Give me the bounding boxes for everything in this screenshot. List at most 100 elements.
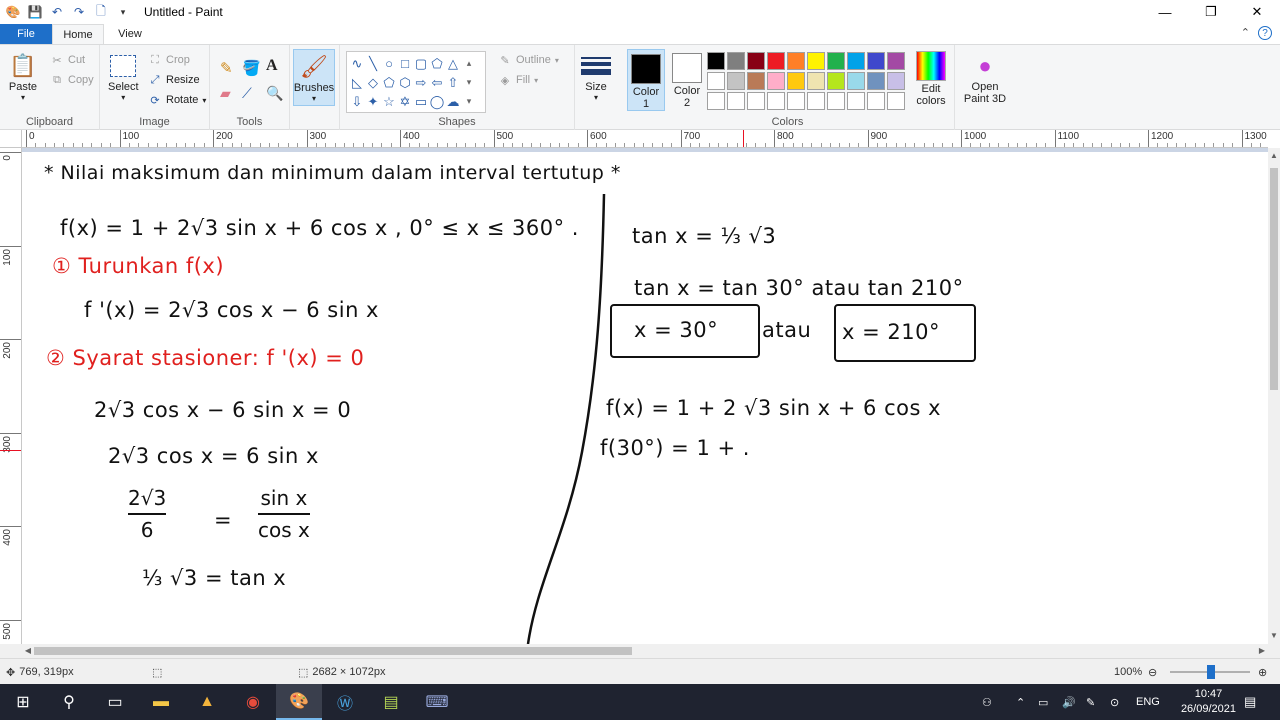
fill-bucket-icon[interactable]: 🪣 [242,59,261,77]
palette-color-swatch[interactable] [707,92,725,110]
scroll-up-arrow-icon[interactable]: ▲ [1268,150,1280,162]
scroll-down-icon[interactable]: ▾ [461,73,477,92]
scroll-left-arrow-icon[interactable]: ◀ [22,644,34,658]
palette-color-swatch[interactable] [707,52,725,70]
palette-color-swatch[interactable] [847,92,865,110]
palette-color-swatch[interactable] [847,72,865,90]
palette-color-swatch[interactable] [727,92,745,110]
palette-color-swatch[interactable] [747,52,765,70]
collapse-ribbon-icon[interactable]: ⌃ [1241,26,1250,39]
up-arrow-shape-icon[interactable]: ⇧ [445,73,461,92]
cloud-callout-shape-icon[interactable]: ☁ [445,92,461,111]
pen-icon[interactable]: ✎ [1086,684,1095,720]
oval-shape-icon[interactable]: ○ [381,54,397,73]
tray-chevron-icon[interactable]: ⌃ [1016,684,1025,720]
palette-color-swatch[interactable] [827,92,845,110]
palette-color-swatch[interactable] [887,72,905,90]
right-arrow-shape-icon[interactable]: ⇨ [413,73,429,92]
left-arrow-shape-icon[interactable]: ⇦ [429,73,445,92]
line-shape-icon[interactable]: ╲ [365,54,381,73]
edit-colors-button[interactable]: Edit colors [912,51,950,107]
undo-icon[interactable]: ↶ [48,3,66,21]
four-point-star-shape-icon[interactable]: ✦ [365,92,381,111]
six-point-star-shape-icon[interactable]: ✡ [397,92,413,111]
scroll-down-arrow-icon[interactable]: ▼ [1268,630,1280,642]
file-explorer-icon[interactable]: ▬ [138,684,184,720]
drawing-canvas[interactable]: * Nilai maksimum dan minimum dalam inter… [22,152,1268,644]
resize-button[interactable]: ⤢ Resize [148,73,200,87]
diamond-shape-icon[interactable]: ◇ [365,73,381,92]
tab-view[interactable]: View [104,24,156,44]
palette-color-swatch[interactable] [807,72,825,90]
windows-start-icon[interactable]: ⊞ [0,684,46,720]
color1-button[interactable]: Color 1 [627,49,665,111]
brushes-button[interactable]: 🖌 Brushes ▾ [293,49,335,106]
tab-file[interactable]: File [0,24,52,44]
palette-color-swatch[interactable] [707,72,725,90]
magnifier-icon[interactable]: 🔍 [266,85,283,102]
minimize-icon[interactable]: — [1142,0,1188,24]
down-arrow-shape-icon[interactable]: ⇩ [349,92,365,111]
open-paint3d-button[interactable]: ● Open Paint 3D [959,51,1011,105]
palette-color-swatch[interactable] [727,52,745,70]
terminal-icon[interactable]: ⌨ [414,684,460,720]
select-button[interactable]: Select ▾ [108,51,139,102]
palette-color-swatch[interactable] [787,52,805,70]
zoom-in-icon[interactable]: ⊕ [1258,659,1267,685]
outline-button[interactable]: ✎ Outline ▾ [498,53,558,67]
curve-shape-icon[interactable]: ∿ [349,54,365,73]
palette-color-swatch[interactable] [827,52,845,70]
palette-color-swatch[interactable] [807,52,825,70]
scroll-up-icon[interactable]: ▴ [461,54,477,73]
vertical-scrollbar[interactable]: ▲ ▼ [1268,148,1280,644]
app-icon[interactable]: ▲ [184,684,230,720]
color2-button[interactable]: Color 2 [668,49,706,111]
copy-button[interactable]: ⧉ Copy [50,73,94,87]
save-icon[interactable]: 💾 [26,3,44,21]
hexagon-shape-icon[interactable]: ⬡ [397,73,413,92]
customize-dropdown-icon[interactable]: ▾ [114,3,132,21]
oval-callout-shape-icon[interactable]: ◯ [429,92,445,111]
battery-icon[interactable]: ▭ [1038,684,1048,720]
tray-user-icon[interactable]: ⚇ [982,684,992,720]
palette-color-swatch[interactable] [787,72,805,90]
word-icon[interactable]: Ⓦ [322,684,368,720]
rect-callout-shape-icon[interactable]: ▭ [413,92,429,111]
zoom-out-icon[interactable]: ⊖ [1148,659,1157,685]
crop-button[interactable]: ⛶ Crop [148,53,190,67]
palette-color-swatch[interactable] [867,72,885,90]
palette-color-swatch[interactable] [887,92,905,110]
horizontal-scroll-thumb[interactable] [34,647,632,655]
right-triangle-shape-icon[interactable]: ◺ [349,73,365,92]
palette-color-swatch[interactable] [727,72,745,90]
polygon-shape-icon[interactable]: ⬠ [429,54,445,73]
zoom-slider-thumb[interactable] [1207,665,1215,679]
palette-color-swatch[interactable] [807,92,825,110]
paint-icon[interactable]: 🎨 [276,684,322,720]
eraser-icon[interactable]: ▰ [220,85,231,102]
palette-color-swatch[interactable] [887,52,905,70]
palette-color-swatch[interactable] [767,72,785,90]
new-page-icon[interactable]: 🗋 [92,3,110,21]
paste-button[interactable]: 📋 Paste ▾ [8,51,38,102]
more-shapes-icon[interactable]: ▾ [461,92,477,111]
paint-app-icon[interactable]: 🎨 [4,3,22,21]
redo-icon[interactable]: ↷ [70,3,88,21]
cut-button[interactable]: ✂ Cut [50,53,85,67]
clock[interactable]: 10:47 26/09/2021 [1181,687,1236,717]
palette-color-swatch[interactable] [827,72,845,90]
pencil-icon[interactable]: ✎ [220,59,233,77]
text-tool-icon[interactable]: A [266,57,278,75]
rounded-rect-shape-icon[interactable]: ▢ [413,54,429,73]
palette-color-swatch[interactable] [867,92,885,110]
palette-color-swatch[interactable] [867,52,885,70]
network-icon[interactable]: ⊙ [1110,684,1119,720]
size-button[interactable]: Size ▾ [581,51,611,102]
tab-home[interactable]: Home [52,24,104,44]
horizontal-scrollbar[interactable]: ◀ ▶ [22,644,1268,658]
notifications-icon[interactable]: ▤ [1244,684,1256,720]
palette-color-swatch[interactable] [847,52,865,70]
rotate-button[interactable]: ⟳ Rotate ▾ [148,93,206,107]
shapes-gallery[interactable]: ∿ ╲ ○ □ ▢ ⬠ △ ▴ ◺ ◇ ⬠ ⬡ ⇨ ⇦ ⇧ ▾ ⇩ ✦ ☆ ✡ [346,51,486,113]
fill-button[interactable]: ◈ Fill ▾ [498,73,538,87]
